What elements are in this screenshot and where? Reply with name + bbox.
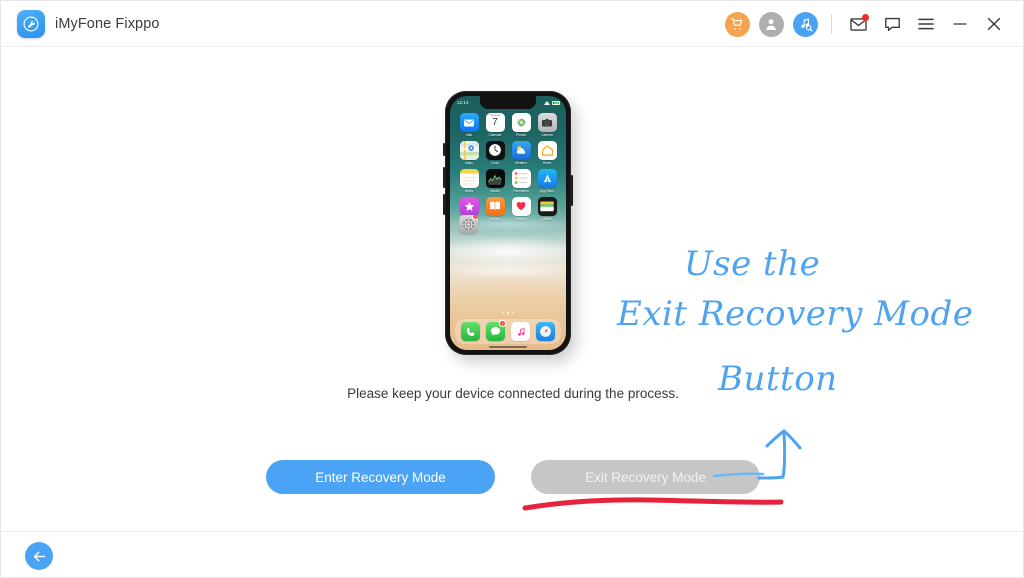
title-bar: iMyFone Fixppo <box>1 1 1023 47</box>
wallpaper-foam <box>450 260 566 280</box>
app-icon-stocks[interactable]: Stocks <box>482 168 508 194</box>
app-label: Weather <box>515 161 527 166</box>
annotation-line-3: Button <box>718 359 838 399</box>
footer-bar <box>1 531 1023 577</box>
app-label: Stocks <box>490 189 500 194</box>
dock-icon-messages[interactable]: 2 <box>486 320 506 341</box>
app-label: iBooks <box>490 217 500 222</box>
phone-screen: 12:14 Mail Thursday 7 Calendar Photos Ca… <box>450 96 566 350</box>
page-dots <box>450 311 566 314</box>
dock-icon-phone[interactable] <box>461 322 480 341</box>
app-label: Health <box>516 217 526 222</box>
battery-icon <box>552 100 560 105</box>
app-label: Home <box>542 161 552 166</box>
red-underline-annotation <box>522 497 784 511</box>
page-dot-active <box>506 311 510 314</box>
feedback-icon[interactable] <box>875 1 909 47</box>
messages-badge: 2 <box>499 320 506 327</box>
app-label: Camera <box>541 133 553 138</box>
app-label: App Store <box>539 189 555 194</box>
music-search-icon[interactable] <box>788 1 822 47</box>
annotation-line-1: Use the <box>684 244 821 284</box>
app-label: Mail <box>466 133 472 138</box>
app-label: Wallet <box>542 217 552 222</box>
cart-icon[interactable] <box>720 1 754 47</box>
app-icon-photos[interactable]: Photos <box>508 113 534 137</box>
brand: iMyFone Fixppo <box>1 9 160 38</box>
app-icon-mail[interactable]: Mail <box>456 113 482 137</box>
app-icon-home[interactable]: Home <box>534 140 560 166</box>
app-icon-books[interactable]: iBooks <box>482 196 508 222</box>
mail-icon[interactable] <box>841 1 875 47</box>
volume-down-button <box>443 194 446 215</box>
menu-icon[interactable] <box>909 1 943 47</box>
app-window: iMyFone Fixppo 12:14 Mail Thursday 7 Cal… <box>0 0 1024 578</box>
page-dot <box>501 311 504 314</box>
page-dot <box>512 311 515 314</box>
close-icon[interactable] <box>977 1 1011 47</box>
app-label: Reminders <box>513 189 529 194</box>
app-label: Maps <box>465 161 473 166</box>
dock-icon-safari[interactable] <box>536 322 555 341</box>
power-button <box>570 175 573 206</box>
minimize-icon[interactable] <box>943 1 977 47</box>
main-content: 12:14 Mail Thursday 7 Calendar Photos Ca… <box>1 47 1023 533</box>
account-icon[interactable] <box>754 1 788 47</box>
home-indicator <box>489 346 527 348</box>
wifi-icon <box>544 100 550 105</box>
app-icon-reminders[interactable]: Reminders <box>508 168 534 194</box>
phone-dock: 2 <box>455 319 561 344</box>
app-icon-maps[interactable]: Maps <box>456 140 482 166</box>
app-icon-app-store[interactable]: App Store <box>534 168 560 194</box>
notch <box>480 96 536 109</box>
enter-recovery-mode-button[interactable]: Enter Recovery Mode <box>266 460 495 494</box>
titlebar-divider <box>831 14 832 34</box>
app-icon-weather[interactable]: Weather <box>508 140 534 166</box>
app-grid: Mail Thursday 7 Calendar Photos Camera M… <box>450 113 566 221</box>
app-icon-wallet[interactable]: Wallet <box>534 196 560 222</box>
annotation-line-2: Exit Recovery Mode <box>617 294 974 334</box>
app-title: iMyFone Fixppo <box>55 15 160 32</box>
app-icon-camera[interactable]: Camera <box>534 113 560 137</box>
status-time: 12:14 <box>457 100 469 105</box>
phone-body: 12:14 Mail Thursday 7 Calendar Photos Ca… <box>443 91 573 355</box>
app-label: Clock <box>491 161 499 166</box>
volume-up-button <box>443 167 446 188</box>
settings-badge: 1 <box>471 215 478 220</box>
back-arrow-icon[interactable] <box>25 542 53 570</box>
app-icon-settings[interactable]: 1 <box>456 215 480 234</box>
app-label: Notes <box>464 189 474 194</box>
app-icon-health[interactable]: Health <box>508 196 534 222</box>
wrench-circle-icon <box>17 9 45 38</box>
app-label: Calendar <box>488 133 502 138</box>
action-buttons: Enter Recovery Mode Exit Recovery Mode <box>1 460 1023 496</box>
dock-icon-music[interactable] <box>511 322 530 341</box>
titlebar-actions <box>720 1 1011 47</box>
calendar-day: 7 <box>492 116 498 128</box>
instruction-text: Please keep your device connected during… <box>347 386 679 401</box>
app-icon-calendar[interactable]: Thursday 7 Calendar <box>482 113 508 137</box>
app-icon-notes[interactable]: Notes <box>456 168 482 194</box>
mail-badge <box>862 14 869 21</box>
iphone-illustration: 12:14 Mail Thursday 7 Calendar Photos Ca… <box>443 91 577 363</box>
app-icon-clock[interactable]: Clock <box>482 140 508 166</box>
app-label: Photos <box>516 133 526 138</box>
mute-switch <box>443 143 446 156</box>
exit-recovery-mode-button[interactable]: Exit Recovery Mode <box>531 460 760 494</box>
